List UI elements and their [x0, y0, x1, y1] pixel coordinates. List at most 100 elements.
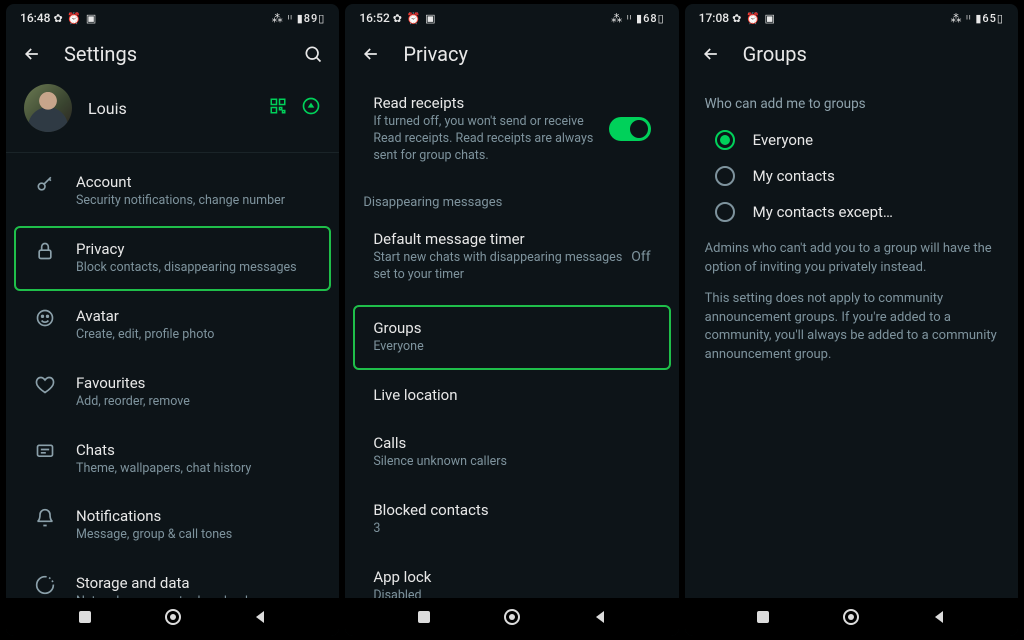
back-button[interactable] [931, 609, 947, 625]
settings-item-account[interactable]: Account Security notifications, change nu… [14, 159, 331, 224]
recent-apps-button[interactable] [77, 609, 93, 625]
back-icon[interactable] [361, 44, 381, 64]
privacy-item-live-location[interactable]: Live location [353, 372, 670, 418]
add-account-icon[interactable] [301, 96, 321, 120]
system-navbar [685, 598, 1018, 636]
lock-icon [34, 241, 56, 261]
status-bar: 16:48 ✿ ⏰ ▣ ⁂ ᶦᶦ ▮89▯ [6, 4, 339, 32]
item-sub: Block contacts, disappearing messages [76, 260, 311, 277]
back-button[interactable] [252, 609, 268, 625]
recent-apps-button[interactable] [755, 609, 771, 625]
settings-item-avatar[interactable]: AvatarCreate, edit, profile photo [14, 293, 331, 358]
page-title: Groups [743, 42, 1002, 66]
back-icon[interactable] [22, 44, 42, 64]
radio-icon [715, 166, 735, 186]
settings-item-notifications[interactable]: NotificationsMessage, group & call tones [14, 493, 331, 558]
item-label: Blocked contacts [373, 501, 650, 519]
status-right-icons: ⁂ ᶦᶦ ▮68▯ [611, 12, 665, 25]
privacy-item-groups[interactable]: GroupsEveryone [353, 305, 670, 370]
settings-item-chats[interactable]: Chats Theme, wallpapers, chat history [14, 427, 331, 492]
chat-icon [34, 442, 56, 462]
privacy-item-calls[interactable]: Calls Silence unknown callers [353, 420, 670, 485]
back-button[interactable] [592, 609, 608, 625]
status-time: 17:08 [699, 11, 729, 25]
item-sub: Message, group & call tones [76, 527, 311, 544]
item-sub: Disabled [373, 588, 650, 598]
face-icon [34, 308, 56, 328]
settings-item-favourites[interactable]: Favourites Add, reorder, remove [14, 360, 331, 425]
item-label: Chats [76, 441, 311, 459]
key-icon [34, 174, 56, 194]
radio-label: My contacts [753, 167, 835, 185]
home-button[interactable] [164, 608, 182, 626]
read-receipts-row[interactable]: Read receipts If turned off, you won't s… [353, 80, 670, 179]
app-bar: Groups [685, 32, 1018, 78]
content: Read receipts If turned off, you won't s… [345, 78, 678, 598]
phone-groups: 17:08 ✿ ⏰ ▣ ⁂ ᶦᶦ ▮65▯ Groups Who can add… [685, 4, 1018, 636]
home-button[interactable] [503, 608, 521, 626]
heart-icon [34, 375, 56, 395]
item-label: Avatar [76, 307, 311, 325]
status-left-icons: ✿ ⏰ ▣ [732, 12, 776, 25]
status-bar: 16:52 ✿ ⏰ ▣ ⁂ ᶦᶦ ▮68▯ [345, 4, 678, 32]
item-sub: Theme, wallpapers, chat history [76, 461, 311, 478]
avatar [24, 84, 72, 132]
default-timer-label: Default message timer [373, 230, 631, 248]
privacy-item-app-lock[interactable]: App lock Disabled [353, 554, 670, 598]
radio-icon [715, 202, 735, 222]
settings-item-storage-and-data[interactable]: Storage and dataNetwork usage, auto-down… [14, 560, 331, 598]
item-label: Calls [373, 434, 650, 452]
default-timer-sub: Start new chats with disappearing messag… [373, 250, 631, 284]
status-bar: 17:08 ✿ ⏰ ▣ ⁂ ᶦᶦ ▮65▯ [685, 4, 1018, 32]
page-title: Settings [64, 42, 281, 66]
item-label: Groups [373, 319, 650, 337]
item-label: Favourites [76, 374, 311, 392]
app-bar: Settings [6, 32, 339, 78]
item-sub: Add, reorder, remove [76, 394, 311, 411]
default-timer-row[interactable]: Default message timer Start new chats wi… [353, 216, 670, 298]
read-receipts-label: Read receipts [373, 94, 608, 112]
disappearing-header: Disappearing messages [345, 181, 678, 214]
page-title: Privacy [403, 42, 662, 66]
settings-list: Account Security notifications, change nu… [6, 153, 339, 598]
item-sub: Silence unknown callers [373, 454, 650, 471]
item-sub: Security notifications, change number [76, 193, 311, 210]
radio-option-everyone[interactable]: Everyone [685, 122, 1018, 158]
profile-row[interactable]: Louis [6, 78, 339, 146]
phone-privacy: 16:52 ✿ ⏰ ▣ ⁂ ᶦᶦ ▮68▯ Privacy Read recei… [345, 4, 678, 636]
status-time: 16:52 [359, 11, 389, 25]
item-label: Storage and data [76, 574, 311, 592]
content: Who can add me to groups Everyone My cont… [685, 78, 1018, 598]
read-receipts-toggle[interactable] [609, 117, 651, 141]
read-receipts-sub: If turned off, you won't send or receive… [373, 114, 608, 165]
qr-icon[interactable] [269, 97, 287, 119]
item-sub: 3 [373, 521, 650, 538]
content: Louis Account Security notifications, cha… [6, 78, 339, 598]
recent-apps-button[interactable] [416, 609, 432, 625]
system-navbar [345, 598, 678, 636]
groups-note-1: Admins who can't add you to a group will… [685, 230, 1018, 288]
privacy-list: GroupsEveryoneLive location Calls Silence … [345, 299, 678, 598]
radio-option-my-contacts-except-[interactable]: My contacts except… [685, 194, 1018, 230]
data-icon [34, 575, 56, 595]
groups-note-2: This setting does not apply to community… [685, 288, 1018, 375]
system-navbar [6, 598, 339, 636]
status-left-icons: ✿ ⏰ ▣ [53, 12, 97, 25]
phone-settings: 16:48 ✿ ⏰ ▣ ⁂ ᶦᶦ ▮89▯ Settings Louis Acc… [6, 4, 339, 636]
radio-group: Everyone My contacts My contacts except… [685, 122, 1018, 230]
profile-name: Louis [88, 99, 253, 118]
status-right-icons: ⁂ ᶦᶦ ▮65▯ [950, 12, 1004, 25]
status-left-icons: ✿ ⏰ ▣ [393, 12, 437, 25]
home-button[interactable] [842, 608, 860, 626]
default-timer-value: Off [631, 249, 650, 265]
search-icon[interactable] [303, 44, 323, 64]
item-label: Account [76, 173, 311, 191]
item-label: Privacy [76, 240, 311, 258]
settings-item-privacy[interactable]: Privacy Block contacts, disappearing mess… [14, 226, 331, 291]
item-label: App lock [373, 568, 650, 586]
status-time: 16:48 [20, 11, 50, 25]
back-icon[interactable] [701, 44, 721, 64]
radio-option-my-contacts[interactable]: My contacts [685, 158, 1018, 194]
groups-question: Who can add me to groups [685, 78, 1018, 122]
privacy-item-blocked-contacts[interactable]: Blocked contacts 3 [353, 487, 670, 552]
